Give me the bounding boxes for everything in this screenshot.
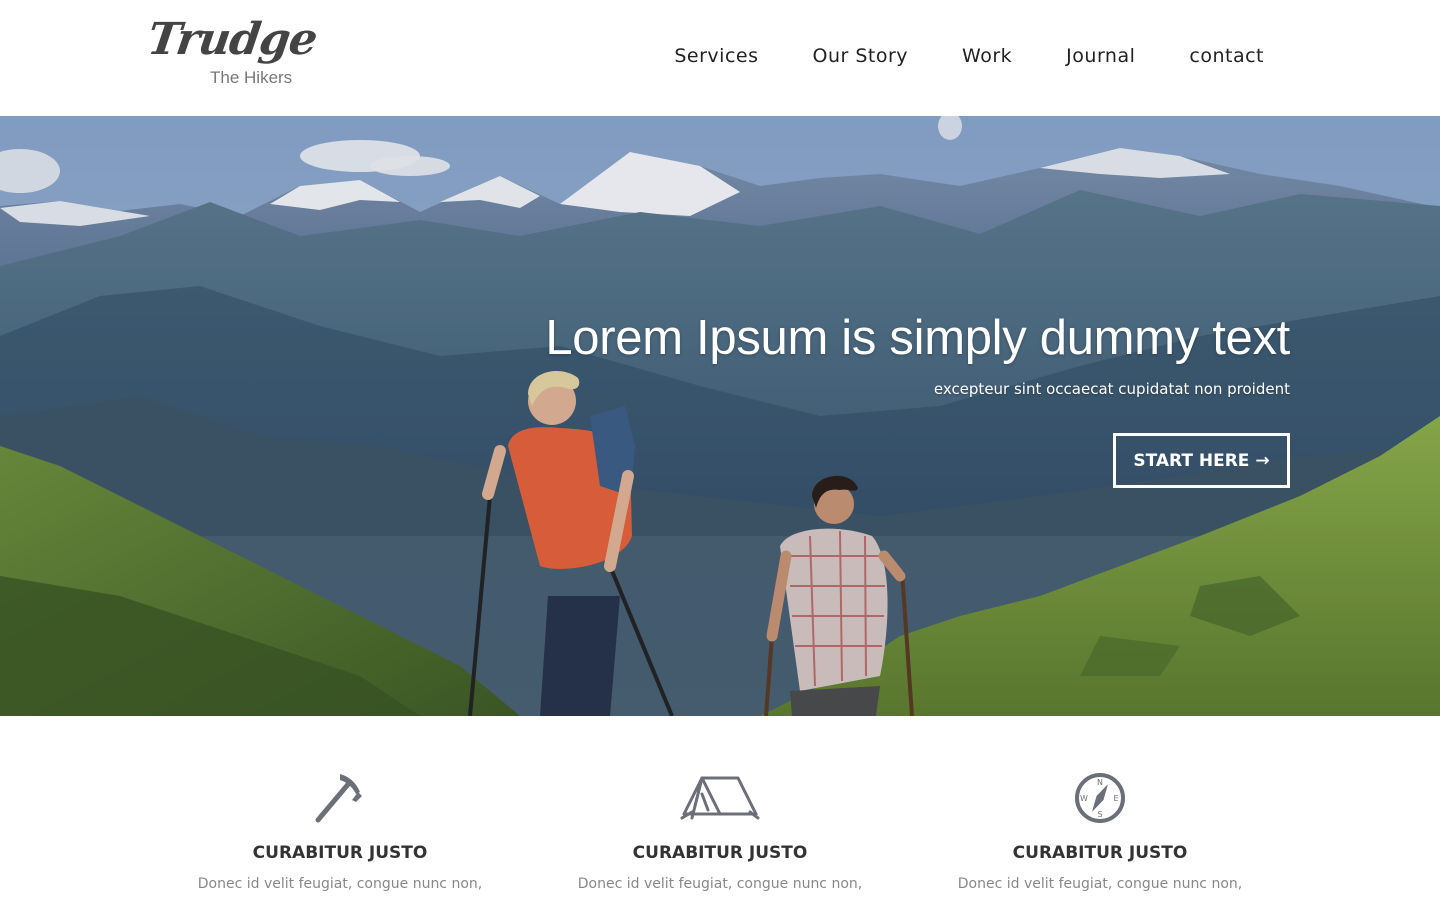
nav-work[interactable]: Work — [962, 42, 1012, 70]
feature-text: Donec id velit feugiat, congue nunc non, — [957, 876, 1243, 892]
hero-subtitle: excepteur sint occaecat cupidatat non pr… — [933, 380, 1290, 398]
features-section: CURABITUR JUSTO Donec id velit feugiat, … — [0, 716, 1440, 900]
hero-title: Lorem Ipsum is simply dummy text — [545, 311, 1290, 365]
feature-text: Donec id velit feugiat, congue nunc non, — [197, 876, 483, 892]
svg-text:N: N — [1097, 778, 1103, 787]
site-logo[interactable]: Trudge The Hikers — [144, 14, 319, 94]
svg-text:W: W — [1080, 794, 1088, 803]
compass-icon: N S W E — [1075, 773, 1125, 823]
start-here-button[interactable]: START HERE → — [1113, 433, 1290, 488]
logo-wordmark: Trudge — [144, 14, 320, 65]
feature-title: CURABITUR JUSTO — [1012, 843, 1188, 863]
hero-photo-mountain-hikers — [0, 116, 1440, 716]
start-here-label: START HERE — [1133, 450, 1250, 471]
main-nav: Services Our Story Work Journal contact — [674, 42, 1264, 70]
logo-tagline: The Hikers — [210, 68, 293, 87]
site-header: Trudge The Hikers Services Our Story Wor… — [0, 0, 1440, 116]
nav-services[interactable]: Services — [674, 42, 758, 70]
nav-contact[interactable]: contact — [1189, 42, 1264, 70]
svg-text:S: S — [1097, 810, 1102, 819]
svg-text:E: E — [1113, 794, 1118, 803]
tent-icon — [680, 776, 760, 820]
ice-axe-icon — [315, 774, 362, 823]
hero-banner: Lorem Ipsum is simply dummy text excepte… — [0, 116, 1440, 716]
nav-our-story[interactable]: Our Story — [813, 42, 909, 70]
feature-text: Donec id velit feugiat, congue nunc non, — [577, 876, 863, 892]
arrow-right-icon: → — [1255, 450, 1270, 471]
feature-title: CURABITUR JUSTO — [252, 843, 428, 863]
feature-title: CURABITUR JUSTO — [632, 843, 808, 863]
nav-journal[interactable]: Journal — [1066, 42, 1135, 70]
